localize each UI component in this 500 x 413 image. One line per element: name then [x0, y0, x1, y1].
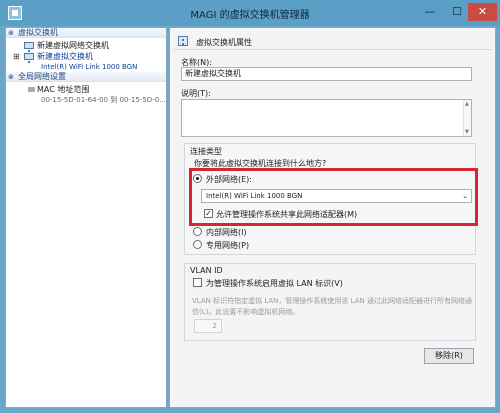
notes-scrollbar[interactable]: ▲ ▼ [463, 100, 471, 136]
vlan-title: VLAN ID [190, 266, 223, 275]
title-bar: MAGI 的虚拟交换机管理器 — ☐ ✕ [0, 0, 500, 26]
panel-header: 虚拟交换机属性 [174, 34, 492, 50]
sidebar-item-mac-range[interactable]: MAC 地址范围 [6, 84, 166, 95]
remove-button[interactable]: 移除(R) [424, 348, 474, 364]
sidebar-section-global-network[interactable]: ⊗ 全局网络设置 [6, 72, 166, 82]
scroll-up-icon[interactable]: ▲ [465, 101, 469, 107]
internal-network-radio[interactable] [193, 227, 202, 236]
enable-vlan-label: 为管理操作系统启用虚拟 LAN 标识(V) [206, 279, 343, 288]
collapse-icon[interactable]: ⊗ [8, 72, 14, 82]
sidebar-item-adapter[interactable]: Intel(R) WiFi Link 1000 BGN [6, 62, 166, 72]
panel-title: 虚拟交换机属性 [196, 38, 252, 47]
collapse-icon[interactable]: ⊗ [8, 28, 14, 38]
notes-field[interactable]: ▲ ▼ [181, 99, 472, 137]
close-button[interactable]: ✕ [468, 3, 497, 21]
vlan-description: VLAN 标识符指定虚拟 LAN，管理操作系统使用该 LAN 通过此网络适配器进… [192, 297, 472, 316]
switch-icon [24, 53, 34, 63]
internal-network-label: 内部网络(I) [206, 228, 247, 237]
switch-icon [24, 42, 34, 52]
section-label: 全局网络设置 [18, 72, 66, 81]
vlan-id-field: 2 [194, 319, 222, 333]
notes-label: 说明(T): [181, 89, 211, 98]
sidebar-section-virtual-switches[interactable]: ⊗ 虚拟交换机 [6, 28, 166, 38]
section-label: 虚拟交换机 [18, 28, 58, 37]
minimize-button[interactable]: — [418, 3, 442, 21]
scroll-down-icon[interactable]: ▼ [465, 129, 469, 135]
private-network-label: 专用网络(P) [206, 241, 250, 250]
expand-icon[interactable]: ⊞ [13, 51, 20, 62]
name-field[interactable]: 新建虚拟交换机 [181, 67, 472, 81]
private-network-radio[interactable] [193, 240, 202, 249]
sidebar-item-mac-value: 00-15-5D-01-64-00 到 00-15-5D-0... [41, 96, 166, 104]
network-card-icon [28, 87, 35, 92]
sidebar-item-label: 新建虚拟网络交换机 [37, 41, 109, 50]
sidebar: ⊗ 虚拟交换机 新建虚拟网络交换机 ⊞ 新建虚拟交换机 Intel(R) WiF… [5, 27, 167, 408]
highlight-box [189, 168, 478, 226]
switch-properties-icon [178, 36, 188, 46]
sidebar-item-label: MAC 地址范围 [37, 85, 90, 94]
connection-type-title: 连接类型 [190, 147, 222, 156]
sidebar-item-label: 新建虚拟交换机 [37, 52, 93, 61]
sidebar-item-new-virtual-switch[interactable]: ⊞ 新建虚拟交换机 [6, 51, 166, 63]
enable-vlan-checkbox[interactable] [193, 278, 202, 287]
sidebar-item-new-virtual-network-switch[interactable]: 新建虚拟网络交换机 [6, 40, 166, 52]
maximize-button[interactable]: ☐ [445, 3, 469, 21]
